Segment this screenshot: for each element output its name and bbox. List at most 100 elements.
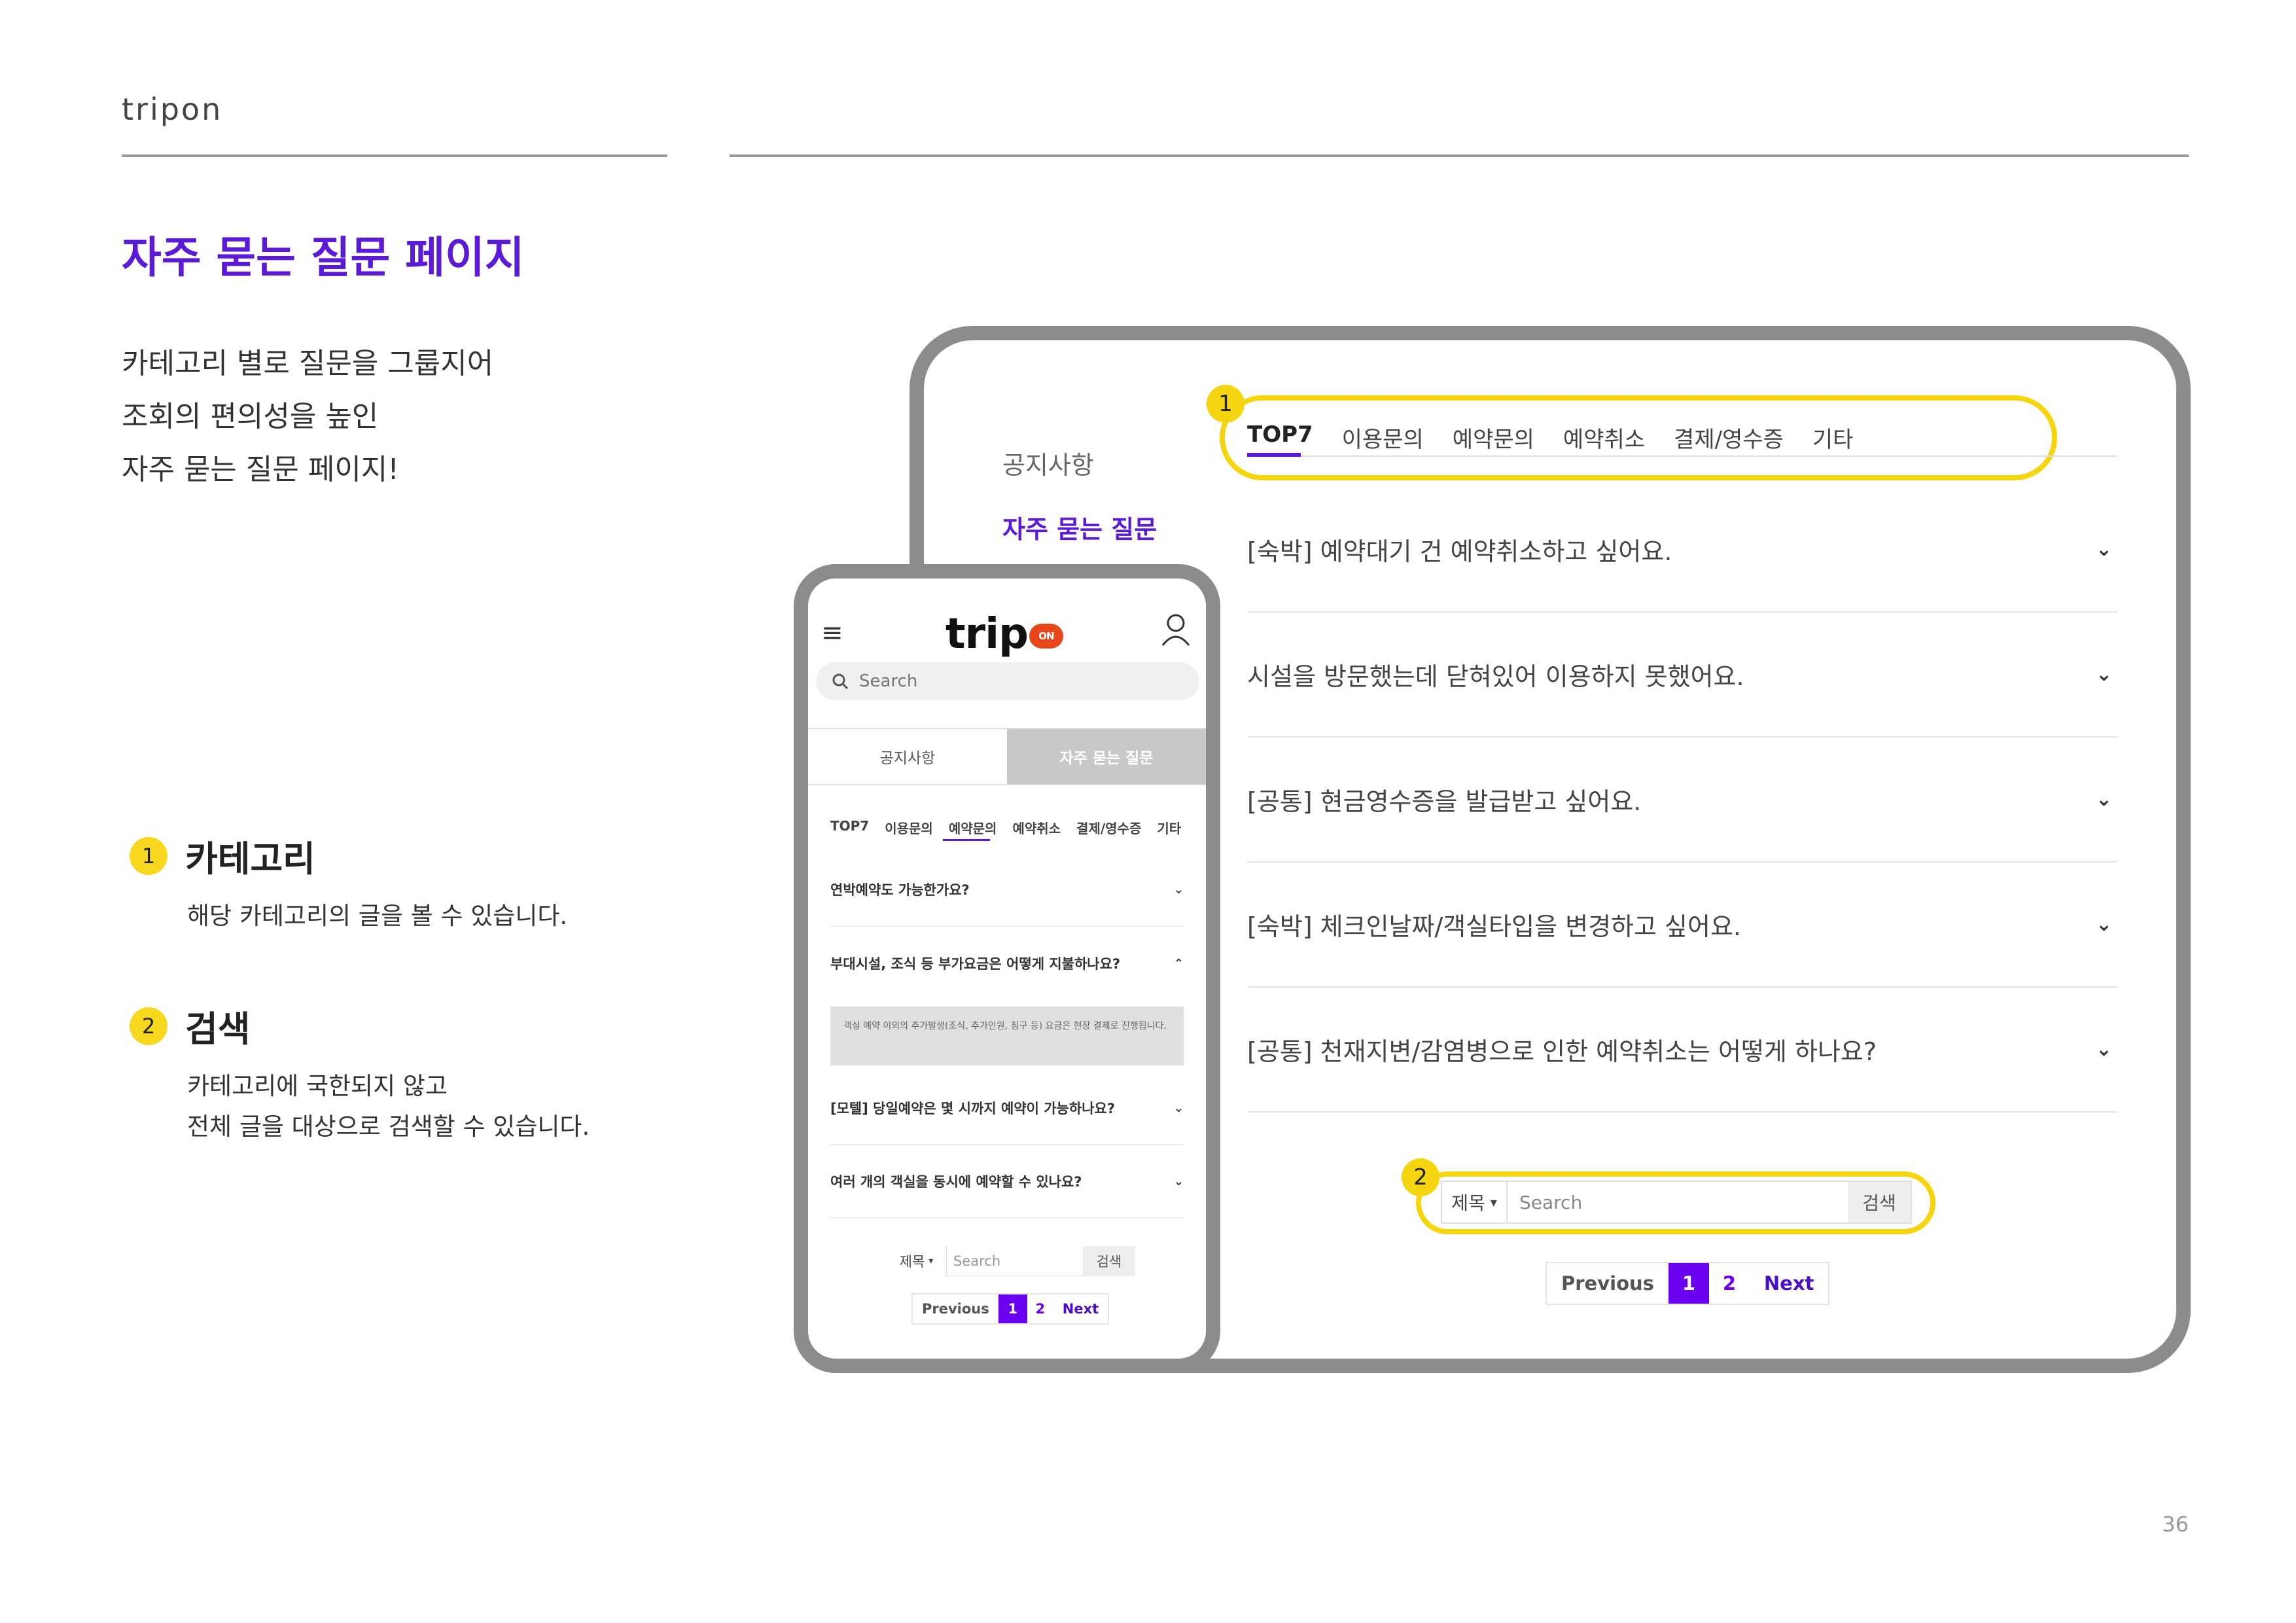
chevron-down-icon[interactable]: ⌄ xyxy=(2096,538,2112,561)
mobile-pagination-next[interactable]: Next xyxy=(1053,1294,1108,1323)
mobile-search-select[interactable]: 제목 ▾ xyxy=(887,1246,947,1276)
header-rule-left xyxy=(122,154,667,157)
header-rule-right xyxy=(730,154,2189,157)
mobile-logo-text: trip xyxy=(945,610,1029,658)
faq-item[interactable]: [공통] 천재지변/감염병으로 인한 예약취소는 어떻게 하나요? ⌄ xyxy=(1247,988,2117,1113)
pagination-next[interactable]: Next xyxy=(1750,1263,1829,1304)
subtab-notice[interactable]: 공지사항 xyxy=(808,729,1007,784)
search-bar: 제목 ▾ Search 검색 xyxy=(1441,1181,1912,1224)
faq-list: [숙박] 예약대기 건 예약취소하고 싶어요. ⌄ 시설을 방문했는데 닫혀있어… xyxy=(1247,488,2117,1113)
mobile-tab-cancel[interactable]: 예약취소 xyxy=(1012,818,1061,837)
mobile-faq-question: [모텔] 당일예약은 몇 시까지 예약이 가능하나요? xyxy=(830,1101,1116,1116)
mobile-search-bar: 제목 ▾ Search 검색 xyxy=(887,1246,1135,1276)
pagination-previous[interactable]: Previous xyxy=(1547,1263,1669,1304)
page-number: 36 xyxy=(2162,1512,2189,1537)
category-tabs: TOP7 이용문의 예약문의 예약취소 결제/영수증 기타 xyxy=(1247,421,1853,454)
search-button[interactable]: 검색 xyxy=(1848,1182,1911,1222)
feature-title: 검색 xyxy=(185,1008,251,1050)
faq-question: [공통] 천재지변/감염병으로 인한 예약취소는 어떻게 하나요? xyxy=(1247,1037,1877,1066)
chevron-down-icon: ▾ xyxy=(928,1256,934,1266)
mobile-search-placeholder: Search xyxy=(859,671,918,691)
mobile-faq-item[interactable]: [모텔] 당일예약은 몇 시까지 예약이 가능하나요? ⌄ xyxy=(830,1072,1184,1145)
tab-cancel[interactable]: 예약취소 xyxy=(1563,421,1645,454)
mobile-category-tabs: TOP7 이용문의 예약문의 예약취소 결제/영수증 기타 xyxy=(830,818,1181,837)
chevron-down-icon[interactable]: ⌄ xyxy=(2096,913,2112,936)
callout-badge-1: 1 xyxy=(1207,385,1245,423)
intro-line: 자주 묻는 질문 페이지! xyxy=(122,453,399,486)
mobile-tab-booking[interactable]: 예약문의 xyxy=(949,818,997,837)
chevron-up-icon: ⌃ xyxy=(1173,956,1184,971)
chevron-down-icon[interactable]: ⌄ xyxy=(2096,663,2112,686)
pagination-page-1[interactable]: 1 xyxy=(1668,1263,1709,1304)
tabs-divider xyxy=(1247,455,2117,457)
mobile-pagination-previous[interactable]: Previous xyxy=(913,1294,998,1323)
mobile-search-field[interactable]: Search xyxy=(947,1246,1083,1276)
feature-desc-line: 전체 글을 대상으로 검색할 수 있습니다. xyxy=(187,1113,590,1141)
mobile-faq-question: 여러 개의 객실을 동시에 예약할 수 있나요? xyxy=(830,1174,1082,1190)
faq-question: [숙박] 체크인날짜/객실타입을 변경하고 싶어요. xyxy=(1247,912,1742,941)
search-field-select[interactable]: 제목 ▾ xyxy=(1442,1182,1508,1222)
mobile-active-tab-underline xyxy=(943,839,990,841)
tab-usage[interactable]: 이용문의 xyxy=(1342,421,1424,454)
chevron-down-icon[interactable]: ⌄ xyxy=(2096,1038,2112,1061)
logo-on-badge: ON xyxy=(1029,624,1063,649)
search-select-value: 제목 xyxy=(1451,1192,1485,1214)
intro-line: 조회의 편의성을 높인 xyxy=(122,400,379,433)
faq-item[interactable]: [숙박] 체크인날짜/객실타입을 변경하고 싶어요. ⌄ xyxy=(1247,863,2117,988)
mobile-tab-usage[interactable]: 이용문의 xyxy=(885,818,933,837)
faq-question: 시설을 방문했는데 닫혀있어 이용하지 못했어요. xyxy=(1247,662,1744,691)
subtab-faq[interactable]: 자주 묻는 질문 xyxy=(1007,729,1206,784)
feature-description: 해당 카테고리의 글을 볼 수 있습니다. xyxy=(187,896,567,936)
mobile-faq-item[interactable]: 여러 개의 객실을 동시에 예약할 수 있나요? ⌄ xyxy=(830,1145,1184,1219)
mobile-search-input[interactable]: Search xyxy=(816,662,1199,700)
feature-search: 2 검색 카테고리에 국한되지 않고 전체 글을 대상으로 검색할 수 있습니다… xyxy=(130,1000,590,1147)
mobile-faq-answer: 객실 예약 이외의 추가발생(조식, 추가인원, 침구 등) 요금은 현장 결제… xyxy=(830,1007,1184,1065)
feature-desc-line: 해당 카테고리의 글을 볼 수 있습니다. xyxy=(187,902,568,930)
mobile-pagination: Previous 1 2 Next xyxy=(911,1293,1110,1325)
mobile-tab-etc[interactable]: 기타 xyxy=(1157,818,1181,837)
mobile-pagination-page-2[interactable]: 2 xyxy=(1027,1294,1053,1323)
mobile-faq-list: 연박예약도 가능한가요? ⌄ 부대시설, 조식 등 부가요금은 어떻게 지불하나… xyxy=(830,853,1184,1219)
mobile-tab-top7[interactable]: TOP7 xyxy=(830,818,869,837)
sidebar-item-faq[interactable]: 자주 묻는 질문 xyxy=(1002,509,1157,545)
chevron-down-icon[interactable]: ⌄ xyxy=(2096,788,2112,811)
mobile-search-button[interactable]: 검색 xyxy=(1083,1246,1135,1276)
faq-item[interactable]: 시설을 방문했는데 닫혀있어 이용하지 못했어요. ⌄ xyxy=(1247,613,2117,738)
user-my-icon[interactable] xyxy=(1160,611,1194,651)
mobile-faq-question: 연박예약도 가능한가요? xyxy=(830,882,970,898)
chevron-down-icon: ▾ xyxy=(1490,1194,1497,1210)
chevron-down-icon: ⌄ xyxy=(1173,1101,1184,1115)
tab-top7[interactable]: TOP7 xyxy=(1247,421,1313,454)
feature-number-badge: 2 xyxy=(130,1007,168,1045)
mobile-faq-item[interactable]: 연박예약도 가능한가요? ⌄ xyxy=(830,853,1184,927)
search-input[interactable]: Search xyxy=(1508,1192,1848,1213)
pagination: Previous 1 2 Next xyxy=(1545,1262,1830,1305)
chevron-down-icon: ⌄ xyxy=(1173,882,1184,897)
mobile-subtabs: 공지사항 자주 묻는 질문 xyxy=(808,728,1206,785)
mobile-search-select-value: 제목 xyxy=(899,1254,925,1270)
faq-question: [숙박] 예약대기 건 예약취소하고 싶어요. xyxy=(1247,537,1672,566)
faq-item[interactable]: [공통] 현금영수증을 발급받고 싶어요. ⌄ xyxy=(1247,738,2117,863)
hamburger-menu-icon[interactable]: ≡ xyxy=(821,618,843,648)
faq-item[interactable]: [숙박] 예약대기 건 예약취소하고 싶어요. ⌄ xyxy=(1247,488,2117,613)
active-tab-underline xyxy=(1247,453,1301,457)
sidebar-item-notice[interactable]: 공지사항 xyxy=(1002,445,1094,481)
feature-category: 1 카테고리 해당 카테고리의 글을 볼 수 있습니다. xyxy=(130,830,567,936)
chevron-down-icon: ⌄ xyxy=(1173,1174,1184,1188)
mobile-pagination-page-1[interactable]: 1 xyxy=(998,1294,1027,1323)
mobile-faq-item-expanded[interactable]: 부대시설, 조식 등 부가요금은 어떻게 지불하나요? ⌃ xyxy=(830,927,1184,1000)
tab-etc[interactable]: 기타 xyxy=(1812,421,1854,454)
brand-logo: tripon xyxy=(122,92,223,127)
tab-booking[interactable]: 예약문의 xyxy=(1453,421,1534,454)
feature-desc-line: 카테고리에 국한되지 않고 xyxy=(187,1072,448,1100)
mobile-mockup: ≡ trip ON Search 공지사항 자주 묻는 질문 TOP7 이용문의 … xyxy=(794,564,1220,1373)
mobile-tab-payment[interactable]: 결제/영수증 xyxy=(1076,818,1141,837)
faq-question: [공통] 현금영수증을 발급받고 싶어요. xyxy=(1247,787,1642,816)
intro-text: 카테고리 별로 질문을 그룹지어 조회의 편의성을 높인 자주 묻는 질문 페이… xyxy=(122,337,493,496)
mobile-faq-question: 부대시설, 조식 등 부가요금은 어떻게 지불하나요? xyxy=(830,956,1121,972)
pagination-page-2[interactable]: 2 xyxy=(1709,1263,1750,1304)
page-title: 자주 묻는 질문 페이지 xyxy=(122,232,525,283)
tab-payment[interactable]: 결제/영수증 xyxy=(1674,421,1784,454)
callout-badge-2: 2 xyxy=(1402,1158,1439,1196)
intro-line: 카테고리 별로 질문을 그룹지어 xyxy=(122,347,494,380)
